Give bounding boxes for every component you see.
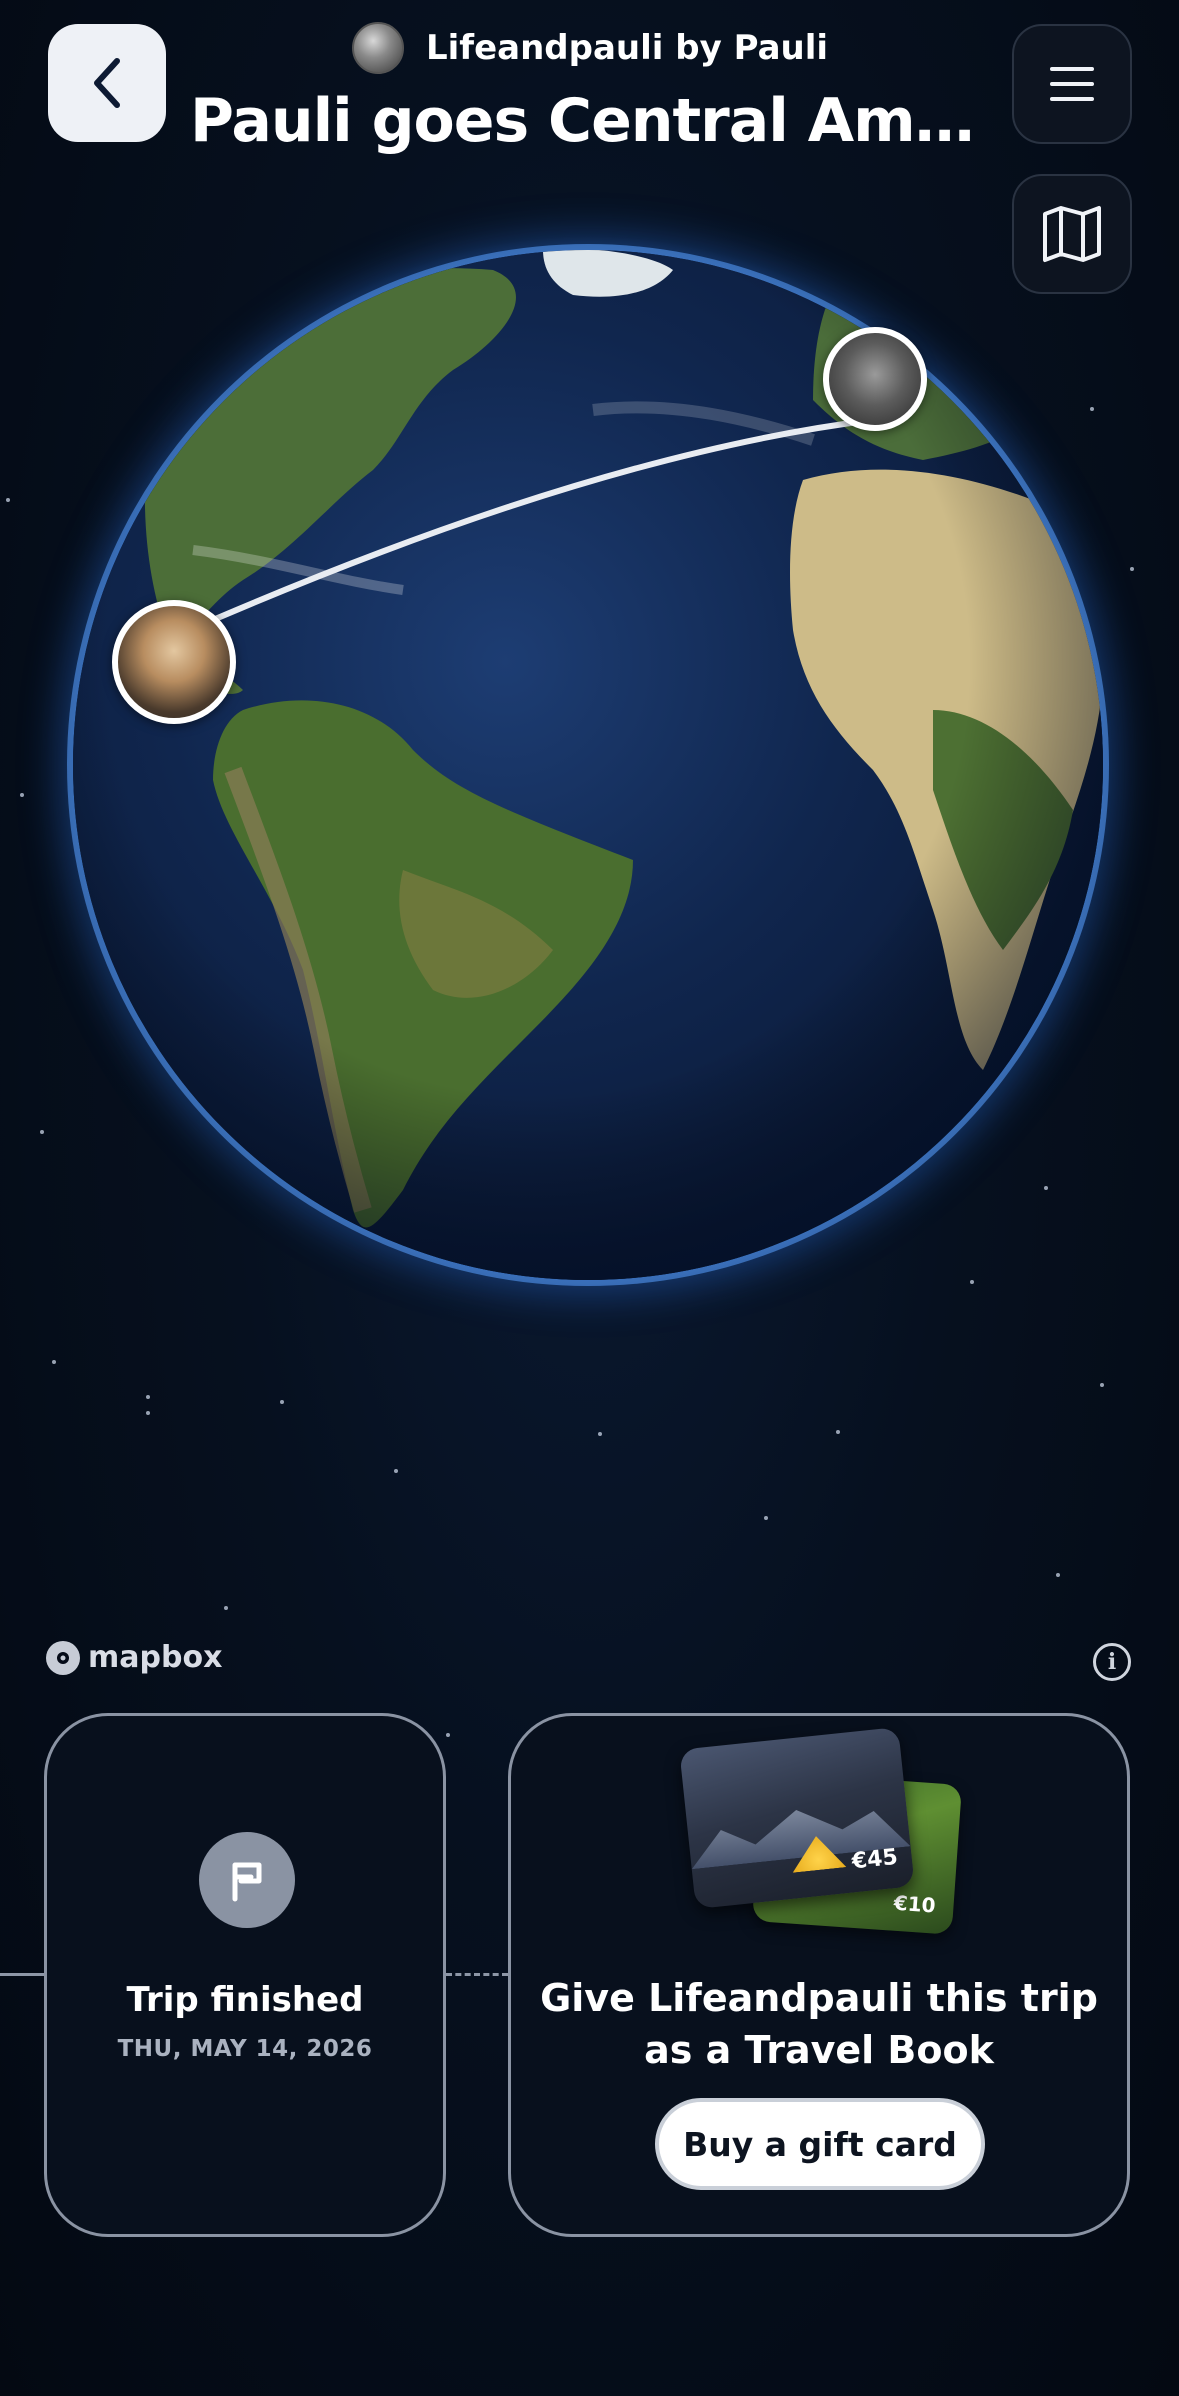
flag-badge	[199, 1832, 295, 1928]
back-button[interactable]	[48, 24, 166, 142]
author-row[interactable]: Lifeandpauli by Pauli	[190, 22, 990, 74]
location-pin-central-america[interactable]	[112, 600, 236, 724]
trip-finished-date: THU, MAY 14, 2026	[117, 2036, 373, 2062]
mapbox-logo-icon	[46, 1640, 80, 1675]
trip-finished-card[interactable]: Trip finished THU, MAY 14, 2026	[44, 1713, 446, 2237]
gift-card-front: €45	[679, 1726, 915, 1910]
trip-finished-title: Trip finished	[126, 1980, 364, 2020]
author-avatar	[351, 22, 404, 74]
gift-card-price-back: €10	[893, 1890, 937, 1918]
buy-gift-card-button[interactable]: Buy a gift card	[655, 2098, 985, 2190]
mapbox-wordmark: mapbox	[88, 1640, 223, 1675]
travel-book-gift-card[interactable]: €10 €45 Give Lifeandpauli this trip as a…	[508, 1713, 1130, 2237]
gift-card-price-front: €45	[850, 1844, 899, 1875]
timeline-line-dashed	[446, 1973, 508, 1976]
location-pin-europe[interactable]	[823, 327, 927, 431]
hamburger-menu-icon	[1050, 67, 1094, 101]
globe-map[interactable]	[73, 250, 1103, 1280]
gift-card-illustration: €10 €45	[679, 1726, 967, 1938]
trip-header: Lifeandpauli by Pauli Pauli goes Central…	[190, 22, 990, 156]
info-icon[interactable]: i	[1093, 1643, 1131, 1681]
trip-title: Pauli goes Central America...	[190, 86, 990, 156]
timeline-line-left	[0, 1973, 44, 1976]
mapbox-attribution[interactable]: mapbox	[46, 1640, 222, 1675]
chevron-left-icon	[94, 58, 120, 108]
menu-button[interactable]	[1012, 24, 1132, 144]
flag-icon	[232, 1862, 262, 1902]
trip-route-line	[175, 417, 876, 638]
author-name: Lifeandpauli by Pauli	[425, 28, 829, 68]
gift-card-description: Give Lifeandpauli this trip as a Travel …	[540, 1976, 1098, 2072]
